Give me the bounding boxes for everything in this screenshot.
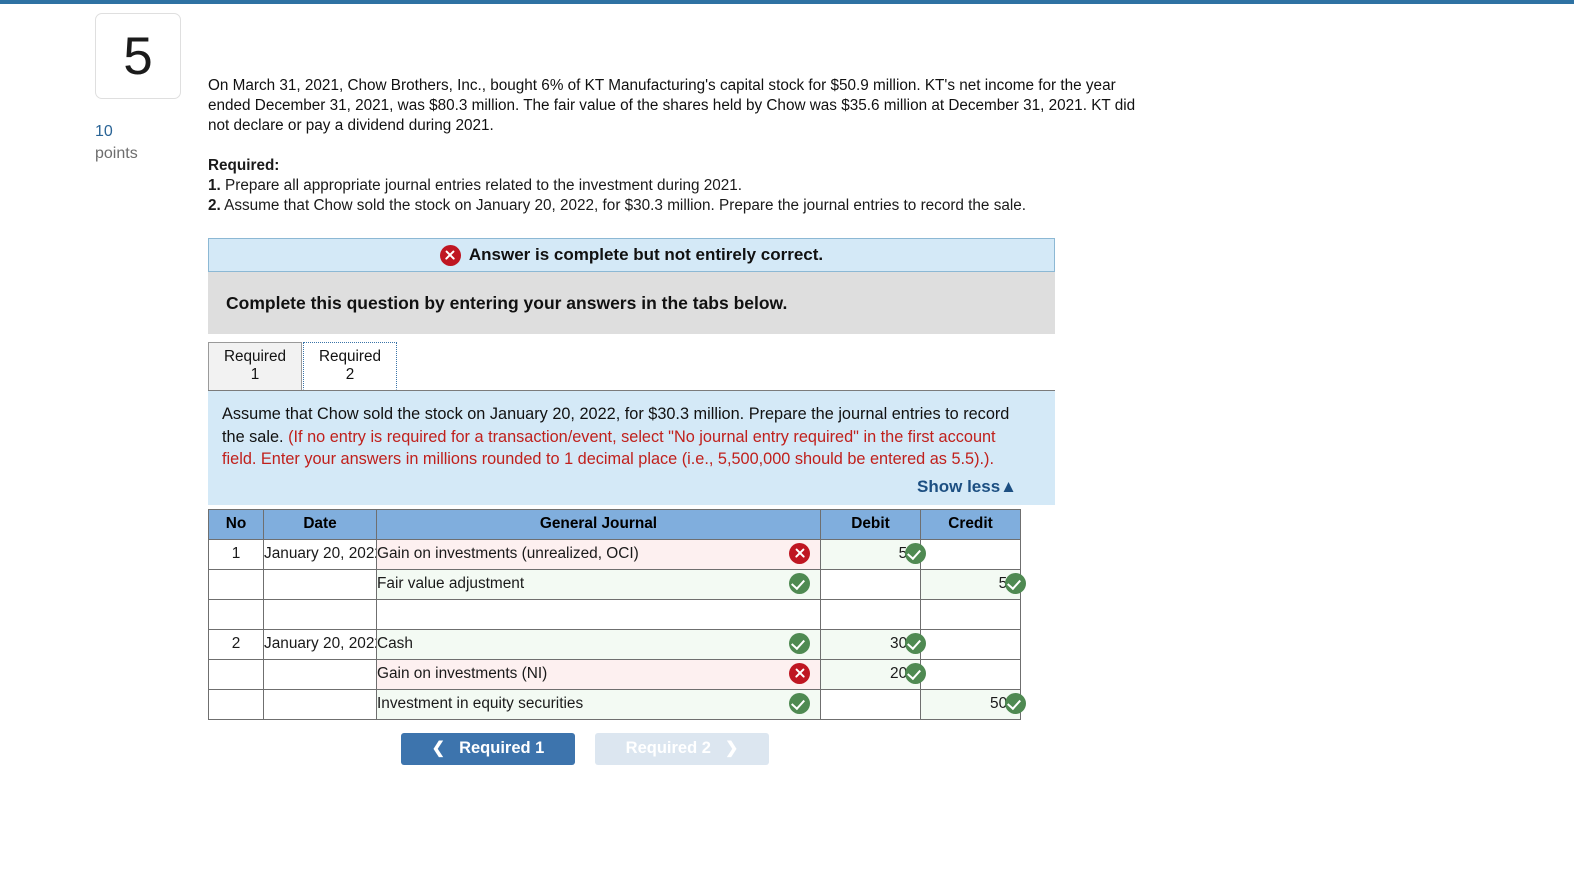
required-item-2: 2. Assume that Chow sold the stock on Ja… bbox=[208, 196, 1128, 216]
journal-account-text: Cash bbox=[377, 635, 413, 652]
journal-cell-credit[interactable]: 50.9 bbox=[920, 688, 1026, 720]
journal-cell-account[interactable]: Gain on investments (NI) bbox=[376, 658, 821, 690]
journal-row: 1 January 20, 2022 Gain on investments (un… bbox=[208, 538, 1021, 570]
journal-cell-no: 2 bbox=[208, 628, 264, 660]
top-accent-bar bbox=[0, 0, 1574, 4]
tab-required-1-line1: Required bbox=[223, 348, 287, 365]
journal-cell-date[interactable]: January 20, 2022 bbox=[263, 628, 377, 660]
journal-cell-account[interactable]: Gain on investments (unrealized, OCI) bbox=[376, 538, 821, 570]
journal-row: Investment in equity securities 50.9 bbox=[208, 688, 1026, 720]
incorrect-x-icon bbox=[789, 662, 810, 684]
col-header-credit: Credit bbox=[920, 508, 1021, 540]
required-item-1: 1. Prepare all appropriate journal entri… bbox=[208, 176, 1128, 196]
journal-cell-account[interactable] bbox=[376, 598, 821, 630]
journal-row: Fair value adjustment 5.3 bbox=[208, 568, 1026, 600]
correct-check-icon bbox=[789, 692, 810, 714]
journal-cell-debit[interactable] bbox=[820, 568, 921, 600]
journal-entry-table: No Date General Journal Debit Credit 1 Ja… bbox=[208, 508, 1026, 720]
journal-cell-credit[interactable] bbox=[920, 598, 1021, 630]
journal-cell-debit[interactable] bbox=[820, 598, 921, 630]
status-banner: Answer is complete but not entirely corr… bbox=[208, 238, 1055, 272]
journal-cell-no: 1 bbox=[208, 538, 264, 570]
journal-account-text: Investment in equity securities bbox=[377, 695, 584, 712]
error-circle-x-icon bbox=[439, 244, 461, 266]
points-label: points bbox=[95, 144, 138, 162]
required-item-1-number: 1. bbox=[208, 177, 221, 194]
journal-row: Gain on investments (NI) 20.6 bbox=[208, 658, 1021, 690]
required-item-2-number: 2. bbox=[208, 197, 221, 214]
chevron-left-icon: ❮ bbox=[431, 739, 446, 757]
question-number: 5 bbox=[123, 26, 153, 86]
prev-button-label: Required 1 bbox=[459, 739, 545, 757]
journal-cell-no bbox=[208, 568, 264, 600]
journal-account-text: Gain on investments (NI) bbox=[377, 665, 548, 682]
journal-cell-date[interactable] bbox=[263, 568, 377, 600]
triangle-up-icon: ▲ bbox=[1000, 476, 1017, 496]
journal-account-text: Gain on investments (unrealized, OCI) bbox=[377, 545, 639, 562]
navigation-row: ❮ Required 1 Required 2 ❯ bbox=[208, 732, 1208, 765]
journal-cell-debit[interactable]: 20.6 bbox=[820, 658, 926, 690]
tab-panel-text: Assume that Chow sold the stock on Janua… bbox=[222, 403, 1022, 471]
prev-required-1-button[interactable]: ❮ Required 1 bbox=[401, 732, 575, 765]
points-value: 10 bbox=[95, 123, 113, 140]
tab-required-2-line2: 2 bbox=[345, 366, 355, 383]
correct-check-icon bbox=[789, 632, 810, 654]
journal-cell-date[interactable] bbox=[263, 598, 377, 630]
journal-cell-date[interactable]: January 20, 2022 bbox=[263, 538, 377, 570]
next-required-2-button[interactable]: Required 2 ❯ bbox=[595, 732, 769, 765]
tab-panel: Assume that Chow sold the stock on Janua… bbox=[208, 391, 1055, 505]
instruction-bar-text: Complete this question by entering your … bbox=[226, 292, 788, 313]
chevron-right-icon: ❯ bbox=[724, 739, 739, 757]
journal-cell-debit[interactable] bbox=[820, 688, 921, 720]
journal-body: 1 January 20, 2022 Gain on investments (un… bbox=[208, 538, 1026, 720]
col-header-journal: General Journal bbox=[376, 508, 821, 540]
col-header-no: No bbox=[208, 508, 264, 540]
required-item-2-text: Assume that Chow sold the stock on Janua… bbox=[224, 197, 1027, 214]
question-stem: On March 31, 2021, Chow Brothers, Inc., … bbox=[208, 77, 1136, 134]
journal-cell-credit[interactable]: 5.3 bbox=[920, 568, 1026, 600]
journal-cell-credit[interactable] bbox=[920, 658, 1021, 690]
journal-cell-account[interactable]: Investment in equity securities bbox=[376, 688, 821, 720]
instruction-bar: Complete this question by entering your … bbox=[208, 272, 1055, 334]
journal-cell-date[interactable] bbox=[263, 658, 377, 690]
tab-required-2[interactable]: Required 2 bbox=[303, 342, 397, 390]
tab-required-2-line1: Required bbox=[318, 348, 382, 365]
journal-header-row: No Date General Journal Debit Credit bbox=[208, 508, 1021, 540]
journal-account-text: Fair value adjustment bbox=[377, 575, 525, 592]
next-button-label: Required 2 bbox=[625, 739, 711, 757]
journal-cell-account[interactable]: Cash bbox=[376, 628, 821, 660]
question-main-column: On March 31, 2021, Chow Brothers, Inc., … bbox=[208, 76, 1208, 765]
question-number-box: 5 bbox=[95, 13, 181, 99]
journal-cell-credit[interactable] bbox=[920, 628, 1021, 660]
col-header-date: Date bbox=[263, 508, 377, 540]
journal-cell-date[interactable] bbox=[263, 688, 377, 720]
correct-check-icon bbox=[789, 572, 810, 594]
journal-cell-no bbox=[208, 598, 264, 630]
journal-cell-no bbox=[208, 658, 264, 690]
journal-cell-credit[interactable] bbox=[920, 538, 1021, 570]
journal-cell-no bbox=[208, 688, 264, 720]
correct-check-icon bbox=[1005, 692, 1026, 714]
required-item-1-text: Prepare all appropriate journal entries … bbox=[225, 177, 743, 194]
journal-cell-account[interactable]: Fair value adjustment bbox=[376, 568, 821, 600]
incorrect-x-icon bbox=[789, 542, 810, 564]
show-less-label: Show less bbox=[917, 476, 1001, 496]
tab-panel-red-text: (If no entry is required for a transacti… bbox=[222, 427, 996, 469]
tab-strip: Required 1 Required 2 bbox=[208, 341, 1055, 391]
journal-row: 2January 20, 2022Cash 30.3 bbox=[208, 628, 1021, 660]
correct-check-icon bbox=[1005, 572, 1026, 594]
col-header-debit: Debit bbox=[820, 508, 921, 540]
journal-spacer-row bbox=[208, 598, 1021, 630]
tab-required-1[interactable]: Required 1 bbox=[208, 342, 302, 390]
journal-cell-debit[interactable]: 30.3 bbox=[820, 628, 926, 660]
required-heading: Required: bbox=[208, 157, 280, 174]
status-banner-text: Answer is complete but not entirely corr… bbox=[468, 245, 824, 264]
show-less-toggle[interactable]: Show less▲ bbox=[222, 477, 1039, 497]
journal-cell-debit[interactable]: 5.3 bbox=[820, 538, 926, 570]
question-rail: 5 10 points bbox=[95, 13, 205, 164]
tab-required-1-line2: 1 bbox=[250, 366, 260, 383]
